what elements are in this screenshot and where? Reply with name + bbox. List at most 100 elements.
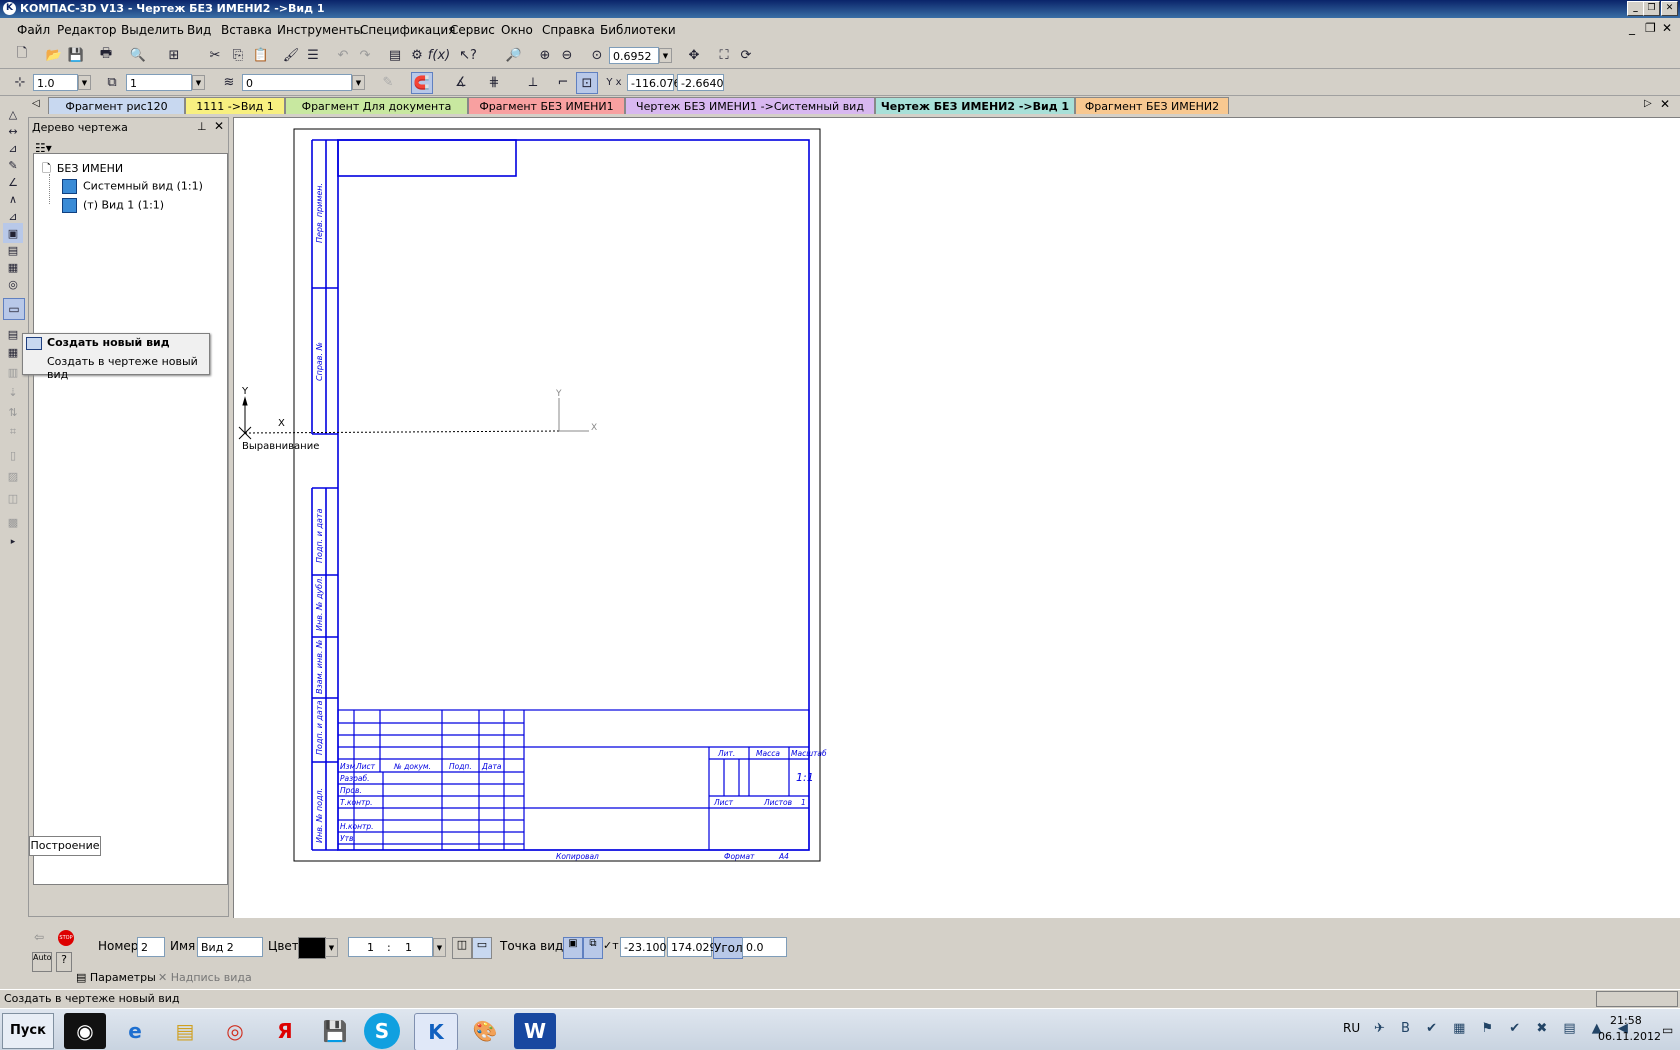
angle-field[interactable]: 0.0: [742, 937, 787, 957]
new-file-icon[interactable]: 🗋: [12, 45, 32, 65]
panda-app-icon[interactable]: ◉: [64, 1013, 106, 1049]
brush-icon[interactable]: 🖌: [281, 45, 301, 65]
mdi-restore[interactable]: ❐: [1645, 21, 1656, 35]
mdi-close[interactable]: ✕: [1662, 21, 1672, 35]
cut-icon[interactable]: ✂: [205, 45, 225, 65]
round-icon[interactable]: ⊡: [576, 72, 598, 94]
break-view-icon[interactable]: ⌗: [3, 422, 23, 442]
point-check-icon[interactable]: ✓т: [603, 939, 619, 952]
point-x-field[interactable]: -23.1003: [620, 937, 673, 957]
layer-properties-icon[interactable]: ✎: [378, 72, 398, 92]
menu-help[interactable]: Справка: [542, 23, 595, 37]
open-folder-icon[interactable]: 📂: [44, 45, 64, 65]
point-snap-icon[interactable]: ▣: [563, 937, 583, 959]
coord-x-field[interactable]: -116.076: [627, 74, 680, 91]
step-dropdown[interactable]: ▼: [78, 75, 91, 90]
view-orient-icon[interactable]: ◫: [452, 937, 472, 959]
menu-view[interactable]: Вид: [187, 23, 211, 37]
zoom-input[interactable]: 0.6952: [609, 47, 659, 64]
ortho-mode-icon[interactable]: ⌐: [553, 72, 573, 92]
paint-icon[interactable]: 🎨: [464, 1013, 506, 1049]
menu-libraries[interactable]: Библиотеки: [600, 23, 676, 37]
params-tab[interactable]: ▤ Параметры: [76, 971, 156, 987]
tree-root[interactable]: 🗋 БЕЗ ИМЕНИ: [42, 160, 123, 179]
clock-time[interactable]: 21:58: [1610, 1014, 1642, 1027]
show-all-icon[interactable]: ⛶: [714, 45, 734, 65]
chrome-icon[interactable]: ◎: [214, 1013, 256, 1049]
lang-indicator[interactable]: RU: [1343, 1021, 1360, 1035]
menu-tools[interactable]: Инструменты: [277, 23, 363, 37]
menu-edit[interactable]: Редактор: [57, 23, 116, 37]
maximize-button[interactable]: ❐: [1643, 1, 1660, 16]
paste-icon[interactable]: 📋: [251, 45, 271, 65]
tab-fragment-doc[interactable]: Фрагмент Для документа: [285, 97, 468, 114]
scale-dropdown[interactable]: ▼: [433, 938, 446, 957]
pan-icon[interactable]: ✥: [684, 45, 704, 65]
create-view-icon[interactable]: ▭: [3, 298, 25, 320]
redo-icon[interactable]: ↷: [355, 45, 375, 65]
local-cs-icon[interactable]: ∡: [451, 72, 471, 92]
explorer-icon[interactable]: ▤: [164, 1013, 206, 1049]
image-view-icon[interactable]: ▩: [3, 512, 23, 532]
tab-fragment-ris120[interactable]: Фрагмент рис120: [48, 97, 185, 114]
name-field[interactable]: Вид 2: [197, 937, 263, 957]
zoom-window-icon[interactable]: 🔎: [504, 45, 524, 65]
snap-magnet-icon[interactable]: 🧲: [411, 72, 433, 94]
mdi-minimize[interactable]: _: [1629, 21, 1635, 35]
color-dropdown[interactable]: ▼: [325, 938, 338, 957]
point-y-field[interactable]: 174.029: [667, 937, 717, 957]
standard-views-icon[interactable]: ▤: [3, 324, 23, 344]
tabs-scroll-left-icon[interactable]: ◁: [32, 98, 40, 109]
save-icon[interactable]: 💾: [66, 45, 86, 65]
layer-icon[interactable]: ≋: [219, 72, 239, 92]
library-manager-icon[interactable]: ▤: [385, 45, 405, 65]
menu-insert[interactable]: Вставка: [221, 23, 272, 37]
menu-file[interactable]: Файл: [17, 23, 50, 37]
function-icon[interactable]: f(x): [428, 45, 450, 65]
tab-1111-view1[interactable]: 1111 ->Вид 1: [185, 97, 285, 114]
back-arrow-icon[interactable]: ⇦: [34, 930, 44, 944]
refresh-icon[interactable]: ⟳: [736, 45, 756, 65]
projection-view-icon[interactable]: ▦: [3, 342, 23, 362]
step-input[interactable]: 1.0: [33, 74, 78, 91]
minimize-button[interactable]: _: [1627, 1, 1644, 16]
tab-fragment-noname2[interactable]: Фрагмент БЕЗ ИМЕНИ2: [1075, 97, 1229, 114]
print-icon[interactable]: 🖶: [96, 45, 116, 65]
word-icon[interactable]: W: [514, 1013, 556, 1049]
drawing-canvas[interactable]: Перв. примен. Справ. № Подп. и дата Инв.…: [233, 117, 1680, 918]
start-button[interactable]: Пуск: [2, 1013, 54, 1049]
zoom-in-icon[interactable]: ⊕: [535, 45, 555, 65]
manager-icon[interactable]: ⊞: [164, 45, 184, 65]
view-from-model-icon[interactable]: ▯: [3, 445, 23, 465]
section-icon[interactable]: ⇣: [3, 382, 23, 402]
insert-icon[interactable]: ◎: [3, 274, 23, 294]
scale-field[interactable]: 1 : 1: [348, 937, 433, 957]
cut-view-icon[interactable]: ▨: [3, 466, 23, 486]
tab-drawing-noname1[interactable]: Чертеж БЕЗ ИМЕНИ1 ->Системный вид: [625, 97, 875, 114]
tabs-scroll-right-icon[interactable]: ▷: [1644, 98, 1652, 109]
layer-dropdown[interactable]: ▼: [352, 75, 365, 90]
tab-fragment-noname1[interactable]: Фрагмент БЕЗ ИМЕНИ1: [468, 97, 625, 114]
coord-y-field[interactable]: -2.6640: [677, 74, 724, 91]
cursor-step-icon[interactable]: ⊹: [10, 72, 30, 92]
number-field[interactable]: 2: [137, 937, 165, 957]
pin-icon[interactable]: ⊥: [197, 120, 207, 133]
view-state-icon[interactable]: ⧉: [102, 72, 122, 92]
copy-icon[interactable]: ⎘: [228, 45, 248, 65]
menu-service[interactable]: Сервис: [450, 23, 495, 37]
orthogonal-icon[interactable]: ⟂: [523, 72, 543, 92]
point-mode-icon[interactable]: ⧉: [583, 937, 603, 959]
grid-icon[interactable]: ⋕: [484, 72, 504, 92]
show-desktop-icon[interactable]: ▭: [1662, 1023, 1673, 1037]
local-view-icon[interactable]: ⇅: [3, 402, 23, 422]
zoom-dropdown[interactable]: ▼: [659, 48, 672, 63]
kompas-icon[interactable]: K: [414, 1013, 458, 1050]
view-dropdown[interactable]: ▼: [192, 75, 205, 90]
variables-icon[interactable]: ⚙: [407, 45, 427, 65]
menu-select[interactable]: Выделить: [121, 23, 184, 37]
save-app-icon[interactable]: 💾: [314, 1013, 356, 1049]
skype-icon[interactable]: S: [364, 1013, 400, 1049]
view-input[interactable]: 1: [126, 74, 192, 91]
more-tools-icon[interactable]: ▸: [3, 532, 23, 552]
tab-drawing-noname2[interactable]: Чертеж БЕЗ ИМЕНИ2 ->Вид 1: [875, 97, 1075, 114]
